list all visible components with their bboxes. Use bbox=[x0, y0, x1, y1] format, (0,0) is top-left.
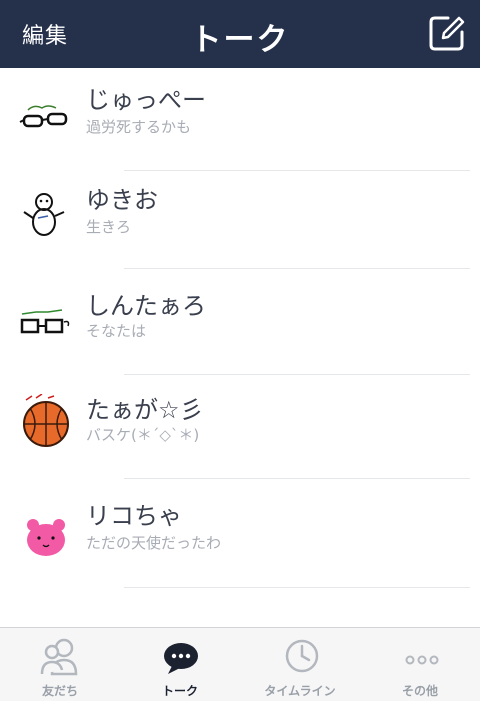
tab-more[interactable]: その他 bbox=[360, 628, 480, 701]
chat-row[interactable]: ゆきお 生きろ bbox=[0, 172, 480, 272]
chat-row[interactable]: しんたぁろ そなたは bbox=[0, 274, 480, 374]
chat-name: たぁが☆彡 bbox=[86, 396, 204, 424]
chat-row[interactable]: リコちゃ ただの天使だったわ bbox=[0, 486, 480, 586]
chat-bubble-icon bbox=[164, 643, 198, 674]
chat-name: リコちゃ bbox=[86, 502, 182, 530]
glasses-doodle-icon bbox=[20, 309, 70, 334]
row-divider bbox=[124, 587, 470, 588]
pink-bear-icon bbox=[27, 519, 65, 556]
row-divider bbox=[124, 374, 470, 375]
chat-last-message: 生きろ bbox=[86, 218, 132, 236]
more-icon bbox=[405, 655, 439, 665]
chat-name: ゆきお bbox=[86, 186, 158, 214]
avatar bbox=[18, 186, 74, 242]
tab-label: タイムライン bbox=[264, 684, 336, 698]
tab-label: トーク bbox=[161, 684, 198, 698]
tab-friends[interactable]: 友だち bbox=[0, 628, 120, 701]
page-title: トーク bbox=[190, 22, 290, 58]
row-divider bbox=[124, 268, 470, 269]
chat-name: じゅっぺー bbox=[86, 86, 206, 114]
chat-last-message: 過労死するかも bbox=[86, 118, 192, 136]
avatar bbox=[18, 508, 74, 564]
chat-last-message: ただの天使だったわ bbox=[86, 534, 222, 552]
avatar bbox=[18, 393, 74, 450]
tab-talk[interactable]: トーク bbox=[120, 628, 240, 701]
bottom-tab-bar: 友だち トーク タイムライン その他 bbox=[0, 627, 480, 701]
chat-last-message: そなたは bbox=[86, 322, 147, 340]
glasses-doodle-icon bbox=[19, 105, 68, 128]
tab-label: 友だち bbox=[41, 684, 78, 698]
row-divider bbox=[124, 170, 470, 171]
top-navbar: 編集 トーク bbox=[0, 0, 480, 68]
friends-icon bbox=[40, 638, 78, 676]
compose-icon[interactable] bbox=[428, 14, 466, 52]
snowman-doodle-icon bbox=[23, 193, 65, 236]
clock-icon bbox=[285, 639, 319, 673]
chat-last-message: バスケ(＊´◇`＊) bbox=[86, 426, 200, 444]
chat-row[interactable]: たぁが☆彡 バスケ(＊´◇`＊) bbox=[0, 378, 480, 478]
tab-label: その他 bbox=[401, 684, 438, 698]
chat-name: しんたぁろ bbox=[86, 292, 206, 320]
avatar bbox=[18, 86, 74, 142]
chat-row[interactable]: じゅっぺー 過労死するかも bbox=[0, 68, 480, 168]
avatar bbox=[18, 290, 74, 346]
row-divider bbox=[124, 478, 470, 479]
tab-timeline[interactable]: タイムライン bbox=[240, 628, 360, 701]
basketball-icon bbox=[23, 393, 69, 447]
